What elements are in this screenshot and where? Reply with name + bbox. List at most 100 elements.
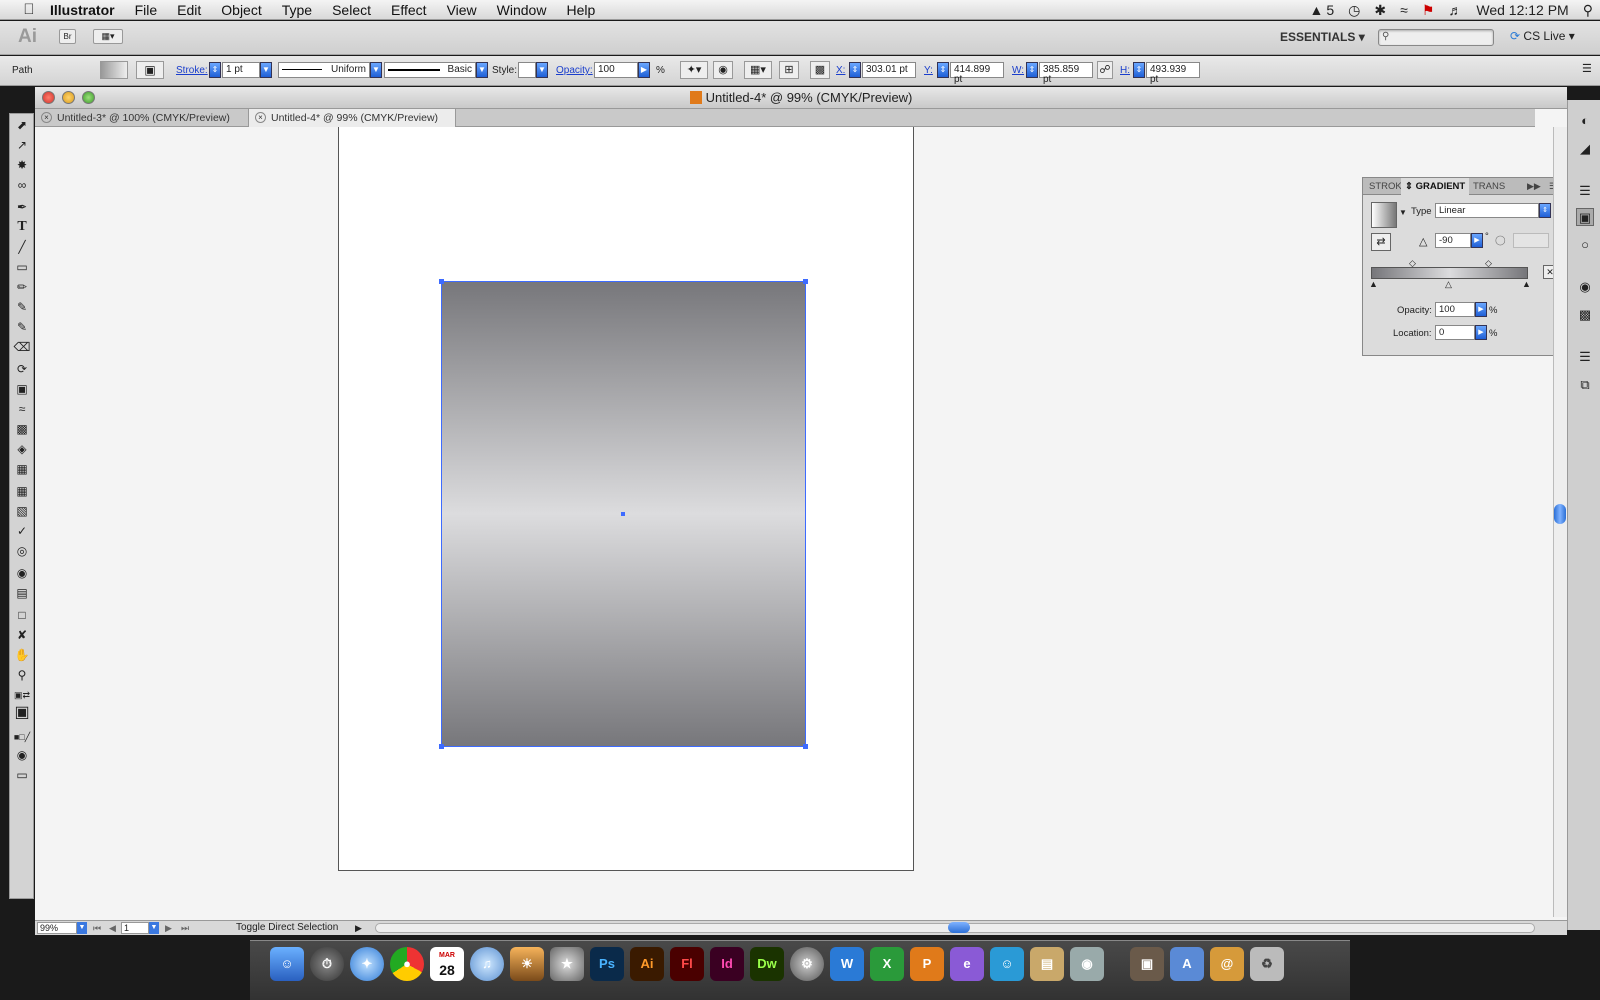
tab-untitled-3[interactable]: × Untitled-3* @ 100% (CMYK/Preview): [35, 109, 249, 127]
system-preferences-icon[interactable]: ⚙: [790, 947, 824, 981]
artboard-dropdown[interactable]: ▼: [149, 922, 159, 934]
screen-mode-icon[interactable]: ▭: [13, 766, 31, 784]
opacity-dropdown[interactable]: ▶: [638, 62, 650, 78]
color-mode-icon[interactable]: ■□╱: [13, 728, 31, 746]
y-label-link[interactable]: Y:: [924, 65, 933, 76]
artboards-panel-icon[interactable]: ⧉: [1576, 376, 1594, 394]
direct-selection-tool-icon[interactable]: ↗: [13, 136, 31, 154]
spotlight-icon[interactable]: ⚲: [1576, 2, 1600, 19]
symbol-sprayer-icon[interactable]: ◉: [13, 564, 31, 582]
width-tool-icon[interactable]: ≈: [13, 400, 31, 418]
dreamweaver-icon[interactable]: Dw: [750, 947, 784, 981]
pencil-icon[interactable]: ✎: [13, 298, 31, 316]
gradient-type-select[interactable]: Linear: [1435, 203, 1539, 218]
gradient-swatch[interactable]: [1371, 202, 1397, 228]
pen-tool-icon[interactable]: ✒: [13, 198, 31, 216]
transform-reference-icon[interactable]: ⊞: [779, 61, 799, 79]
type-tool-icon[interactable]: T: [13, 218, 31, 236]
iphoto-icon[interactable]: ☀: [510, 947, 544, 981]
menu-type[interactable]: Type: [272, 0, 322, 20]
close-tab-icon[interactable]: ×: [41, 112, 52, 123]
variable-width-profile[interactable]: Uniform: [278, 62, 370, 78]
rotate-tool-icon[interactable]: ⟳: [13, 360, 31, 378]
free-transform-icon[interactable]: ▩: [13, 420, 31, 438]
cs-live-menu[interactable]: ⟳ CS Live ▾: [1510, 29, 1575, 43]
stop-opacity-field[interactable]: 100: [1435, 302, 1475, 317]
menu-object[interactable]: Object: [211, 0, 271, 20]
eyedropper-icon[interactable]: ✓: [13, 522, 31, 540]
documents-folder-icon[interactable]: @: [1210, 947, 1244, 981]
messenger-icon[interactable]: ☺: [990, 947, 1024, 981]
itunes-icon[interactable]: ♫: [470, 947, 504, 981]
adobe-status-icon[interactable]: ▲ 5: [1303, 2, 1342, 18]
flash-icon[interactable]: Fl: [670, 947, 704, 981]
brush-definition[interactable]: Basic: [384, 62, 476, 78]
wifi-icon[interactable]: ≈: [1393, 2, 1415, 18]
chrome-icon[interactable]: ●: [390, 947, 424, 981]
anchor-point-bottom-right[interactable]: [803, 744, 808, 749]
fill-swatch[interactable]: [100, 61, 128, 79]
stroke-stepper[interactable]: ⇕: [209, 62, 221, 78]
illustrator-icon[interactable]: Ai: [630, 947, 664, 981]
menu-app-name[interactable]: Illustrator: [40, 0, 125, 20]
last-artboard-icon[interactable]: ⏭: [181, 921, 189, 935]
artboard-number-field[interactable]: 1: [121, 922, 149, 934]
bluetooth-icon[interactable]: ✱: [1367, 2, 1393, 19]
gradient-swatch-dropdown[interactable]: ▼: [1399, 208, 1407, 217]
y-field[interactable]: 414.899 pt: [950, 62, 1004, 85]
tab-untitled-4[interactable]: × Untitled-4* @ 99% (CMYK/Preview): [249, 109, 456, 127]
hand-tool-icon[interactable]: ✋: [13, 646, 31, 664]
fill-stroke-swatch-icon[interactable]: ▣: [13, 704, 31, 722]
photoshop-icon[interactable]: Ps: [590, 947, 624, 981]
drawing-mode-icon[interactable]: ◉: [13, 746, 31, 764]
line-tool-icon[interactable]: ╱: [13, 238, 31, 256]
location-field[interactable]: 0: [1435, 325, 1475, 340]
artboard-tool-icon[interactable]: □: [13, 606, 31, 624]
bridge-button[interactable]: Br: [59, 29, 76, 44]
trash-icon[interactable]: ♻: [1250, 947, 1284, 981]
zoom-level-field[interactable]: 99%: [37, 922, 77, 934]
volume-icon[interactable]: ♬: [1441, 2, 1469, 18]
menu-file[interactable]: File: [125, 0, 168, 20]
gradient-panel-icon[interactable]: ▣: [1576, 208, 1594, 226]
close-window-button[interactable]: [42, 91, 55, 104]
preview-icon[interactable]: ▤: [1030, 947, 1064, 981]
color-panel-icon[interactable]: ◐: [1576, 112, 1594, 130]
x-stepper[interactable]: ⇕: [849, 62, 861, 78]
stroke-weight-dropdown[interactable]: ▼: [260, 62, 272, 78]
status-hint[interactable]: Toggle Direct Selection: [236, 921, 338, 935]
layers-panel-icon[interactable]: ☰: [1576, 348, 1594, 366]
isolate-object-icon[interactable]: ◉: [713, 61, 733, 79]
reference-point-icon[interactable]: ▩: [810, 61, 830, 79]
tab-transparency[interactable]: TRANS: [1469, 178, 1509, 195]
profile-dropdown[interactable]: ▼: [370, 62, 382, 78]
brush-dropdown[interactable]: ▼: [476, 62, 488, 78]
clock[interactable]: Wed 12:12 PM: [1469, 2, 1575, 18]
excel-icon[interactable]: X: [870, 947, 904, 981]
shape-builder-icon[interactable]: ◈: [13, 440, 31, 458]
h-stepper[interactable]: ⇕: [1133, 62, 1145, 78]
close-tab-icon[interactable]: ×: [255, 112, 266, 123]
angle-dropdown[interactable]: ▶: [1471, 233, 1483, 248]
lasso-icon[interactable]: ∞: [13, 176, 31, 194]
transparency-panel-icon[interactable]: ○: [1576, 236, 1594, 254]
x-label-link[interactable]: X:: [836, 65, 845, 76]
scale-tool-icon[interactable]: ▣: [13, 380, 31, 398]
stroke-label-link[interactable]: Stroke:: [176, 65, 208, 76]
entourage-icon[interactable]: e: [950, 947, 984, 981]
calendar-icon[interactable]: MAR 28: [430, 947, 464, 981]
color-stop-right[interactable]: ▲: [1522, 279, 1531, 289]
anchor-point-bottom-left[interactable]: [439, 744, 444, 749]
expand-panels-icon[interactable]: ▶▶: [1523, 178, 1545, 195]
graphic-style-swatch[interactable]: [518, 62, 536, 78]
zoom-tool-icon[interactable]: ⚲: [13, 666, 31, 684]
window-titlebar[interactable]: Untitled-4* @ 99% (CMYK/Preview): [35, 87, 1567, 109]
gradient-slider[interactable]: [1371, 267, 1528, 279]
w-field[interactable]: 385.859 pt: [1039, 62, 1093, 85]
workspace-switcher[interactable]: ESSENTIALS ▾: [1280, 30, 1365, 44]
control-panel-menu-icon[interactable]: ☰: [1582, 62, 1592, 75]
minimize-window-button[interactable]: [62, 91, 75, 104]
indesign-icon[interactable]: Id: [710, 947, 744, 981]
next-artboard-icon[interactable]: ▶: [165, 921, 172, 935]
h-field[interactable]: 493.939 pt: [1146, 62, 1200, 85]
